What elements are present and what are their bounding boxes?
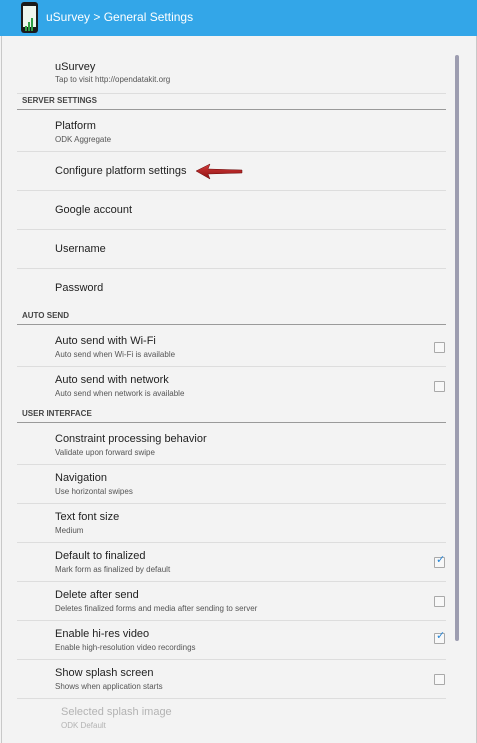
category-label: SERVER SETTINGS <box>22 96 97 105</box>
pref-title: Password <box>55 282 104 294</box>
pref-summary: Tap to visit http://opendatakit.org <box>55 75 171 84</box>
pref-password[interactable]: Password <box>17 269 446 308</box>
pref-title: Text font size <box>55 511 120 523</box>
action-bar: uSurvey > General Settings <box>0 0 477 36</box>
hires-checkbox[interactable]: ✓ <box>434 630 446 644</box>
pref-title: Selected splash image <box>61 706 172 718</box>
network-checkbox[interactable] <box>434 381 445 392</box>
pref-summary: ODK Default <box>61 721 106 730</box>
pref-summary: Use horizontal swipes <box>55 487 133 496</box>
pref-show-splash[interactable]: Show splash screen Shows when applicatio… <box>17 660 446 699</box>
pref-title: Google account <box>55 204 133 216</box>
pref-summary: Auto send when network is available <box>55 389 185 398</box>
pref-usurvey[interactable]: uSurvey Tap to visit http://opendatakit.… <box>17 55 446 94</box>
pref-delete-after-send[interactable]: Delete after send Deletes finalized form… <box>17 582 446 621</box>
pref-platform[interactable]: Platform ODK Aggregate <box>17 113 446 152</box>
pref-google-account[interactable]: Google account <box>17 191 446 230</box>
pref-title: Platform <box>55 120 96 132</box>
pref-title: Enable hi-res video <box>55 628 150 640</box>
pref-hires-video[interactable]: Enable hi-res video Enable high-resoluti… <box>17 621 446 660</box>
category-label: USER INTERFACE <box>22 409 92 418</box>
pref-summary: Deletes finalized forms and media after … <box>55 604 258 613</box>
pref-summary: Shows when application starts <box>55 682 163 691</box>
app-logo-icon[interactable] <box>21 2 38 33</box>
pref-default-finalized[interactable]: Default to finalized Mark form as finali… <box>17 543 446 582</box>
scrollbar[interactable] <box>455 55 459 641</box>
pref-title: Auto send with Wi-Fi <box>55 335 156 347</box>
pref-summary: Medium <box>55 526 84 535</box>
category-auto-send: AUTO SEND <box>17 309 446 325</box>
pref-title: Show splash screen <box>55 667 154 679</box>
category-label: AUTO SEND <box>22 311 69 320</box>
pref-title: uSurvey <box>55 61 96 73</box>
finalized-checkbox[interactable]: ✓ <box>434 554 446 568</box>
pref-title: Auto send with network <box>55 374 169 386</box>
pref-auto-send-wifi[interactable]: Auto send with Wi-Fi Auto send when Wi-F… <box>17 328 446 367</box>
pref-title: Configure platform settings <box>55 165 187 177</box>
red-arrow-icon <box>195 163 243 180</box>
checkmark-icon: ✓ <box>436 554 446 566</box>
category-user-interface: USER INTERFACE <box>17 407 446 423</box>
pref-title: Navigation <box>55 472 107 484</box>
wifi-checkbox[interactable] <box>434 342 445 353</box>
pref-username[interactable]: Username <box>17 230 446 269</box>
pref-selected-splash-image: Selected splash image ODK Default <box>17 699 446 738</box>
delete-checkbox[interactable] <box>434 596 445 607</box>
category-server-settings: SERVER SETTINGS <box>17 94 446 110</box>
pref-title: Constraint processing behavior <box>55 433 207 445</box>
pref-summary: Mark form as finalized by default <box>55 565 171 574</box>
pref-summary: Validate upon forward swipe <box>55 448 155 457</box>
pref-title: Username <box>55 243 106 255</box>
pref-constraint-processing[interactable]: Constraint processing behavior Validate … <box>17 426 446 465</box>
splash-checkbox[interactable] <box>434 674 445 685</box>
page-title: uSurvey > General Settings <box>46 10 194 24</box>
pref-summary: Enable high-resolution video recordings <box>55 643 196 652</box>
pref-summary: ODK Aggregate <box>55 135 112 144</box>
pref-navigation[interactable]: Navigation Use horizontal swipes <box>17 465 446 504</box>
pref-auto-send-network[interactable]: Auto send with network Auto send when ne… <box>17 367 446 406</box>
checkmark-icon: ✓ <box>436 630 446 642</box>
pref-title: Default to finalized <box>55 550 146 562</box>
pref-text-font-size[interactable]: Text font size Medium <box>17 504 446 543</box>
pref-summary: Auto send when Wi-Fi is available <box>55 350 176 359</box>
pref-title: Delete after send <box>55 589 139 601</box>
